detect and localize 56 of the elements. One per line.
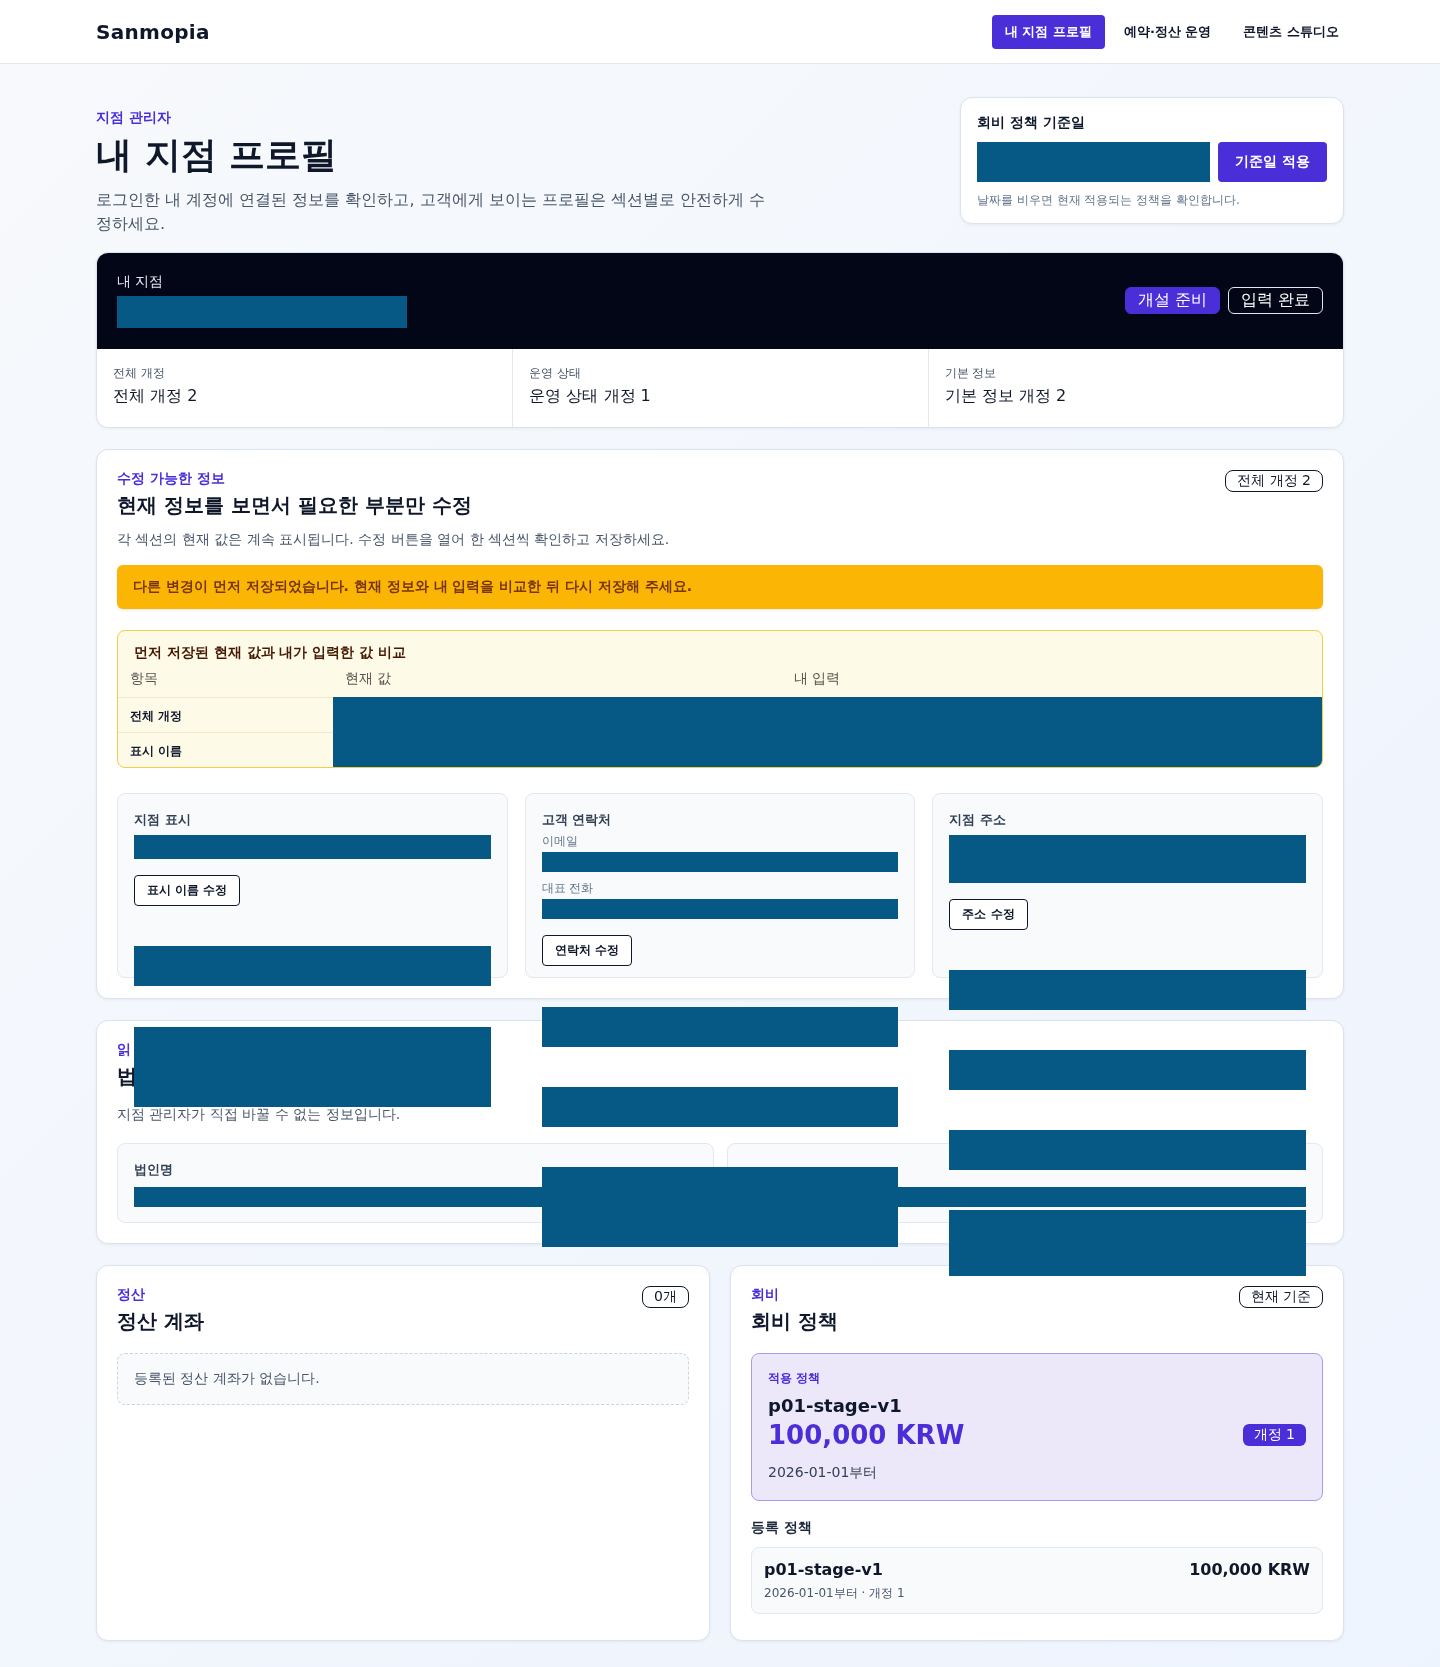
field-label: 이메일 (541, 833, 579, 850)
section-title: 정산 계좌 (117, 1308, 204, 1335)
revision-badge: 전체 개정 2 (1225, 470, 1323, 492)
card-title: 지점 주소 (949, 811, 1007, 829)
section-title: 현재 정보를 보면서 필요한 부분만 수정 (117, 492, 472, 519)
section-kicker: 수정 가능한 정보 (117, 470, 226, 488)
stat-value: 운영 상태 개정 1 (529, 386, 652, 407)
section-kicker: 읽 (117, 1041, 132, 1059)
section-description: 각 섹션의 현재 값은 계속 표시됩니다. 수정 버튼을 열어 한 섹션씩 확인하고 저장하세요. (117, 531, 671, 549)
empty-message: 등록된 정산 계좌가 없습니다. (117, 1353, 689, 1405)
status-tag: 입력 완료 (1227, 287, 1323, 314)
section-kicker: 회비 (751, 1286, 780, 1304)
status-badge: 현재 기준 (1238, 1286, 1323, 1308)
card-title: 지점 표시 (134, 811, 192, 829)
subsection-title: 등록 정책 (751, 1519, 813, 1537)
policy-since: 2026-01-01부터 (768, 1464, 879, 1482)
stat-label: 전체 개정 (113, 365, 166, 382)
section-title: 법 (117, 1063, 137, 1090)
card-title: 회비 정책 기준일 (977, 114, 1086, 132)
nav-tab[interactable]: 예약·정산 운영 (1111, 14, 1225, 49)
conflict-alert: 다른 변경이 먼저 저장되었습니다. 현재 정보와 내 입력을 비교한 뒤 다시 저장해 주세요. (117, 565, 1323, 609)
page-description: 로그인한 내 계정에 연결된 정보를 확인하고, 고객에게 보이는 프로필은 섹션별로 안전하게 수정하세요. (96, 189, 767, 235)
page-kicker: 지점 관리자 (96, 109, 172, 127)
policy-name: p01-stage-v1 (768, 1395, 903, 1416)
edit-button[interactable]: 표시 이름 수정 (134, 875, 241, 906)
section-kicker: 정산 (117, 1286, 146, 1304)
policy-meta: 2026-01-01부터 · 개정 1 (764, 1585, 906, 1602)
revision-badge: 개정 1 (1242, 1424, 1306, 1446)
column-header: 항목 (129, 669, 159, 688)
status-tag: 개설 준비 (1124, 287, 1220, 314)
stat-value: 기본 정보 개정 2 (944, 386, 1068, 407)
count-badge: 0개 (642, 1286, 689, 1308)
policy-name: p01-stage-v1 (764, 1560, 883, 1579)
edit-button[interactable]: 연락처 수정 (541, 935, 632, 966)
stat-label: 운영 상태 (529, 365, 583, 382)
policy-price: 100,000 KRW (1189, 1560, 1310, 1579)
section-title: 회비 정책 (751, 1308, 838, 1335)
policy-label: 적용 정책 (768, 1370, 822, 1387)
page-title: 내 지점 프로필 (96, 133, 339, 177)
branch-label: 내 지점 (117, 273, 165, 291)
compare-title: 먼저 저장된 현재 값과 내가 입력한 값 비교 (133, 643, 408, 662)
card-title: 고객 연락처 (541, 811, 613, 829)
card-title: 법인명 (134, 1161, 174, 1179)
apply-date-button[interactable]: 기준일 적용 (1218, 142, 1327, 182)
section-description: 지점 관리자가 직접 바꿀 수 없는 정보입니다. (117, 1106, 401, 1124)
nav-tab[interactable]: 내 지점 프로필 (991, 14, 1105, 49)
column-header: 현재 값 (344, 669, 393, 688)
column-header: 내 입력 (793, 669, 842, 688)
stat-label: 기본 정보 (944, 365, 998, 382)
edit-button[interactable]: 주소 수정 (949, 899, 1028, 930)
hint-text: 날짜를 비우면 현재 적용되는 정책을 확인합니다. (977, 192, 1241, 209)
nav-tab[interactable]: 콘텐츠 스튜디오 (1230, 14, 1352, 49)
brand-logo[interactable]: Sanmopia (96, 19, 210, 44)
stat-value: 전체 개정 2 (113, 386, 199, 407)
policy-price: 100,000 KRW (768, 1420, 965, 1450)
field-label: 대표 전화 (541, 880, 595, 897)
